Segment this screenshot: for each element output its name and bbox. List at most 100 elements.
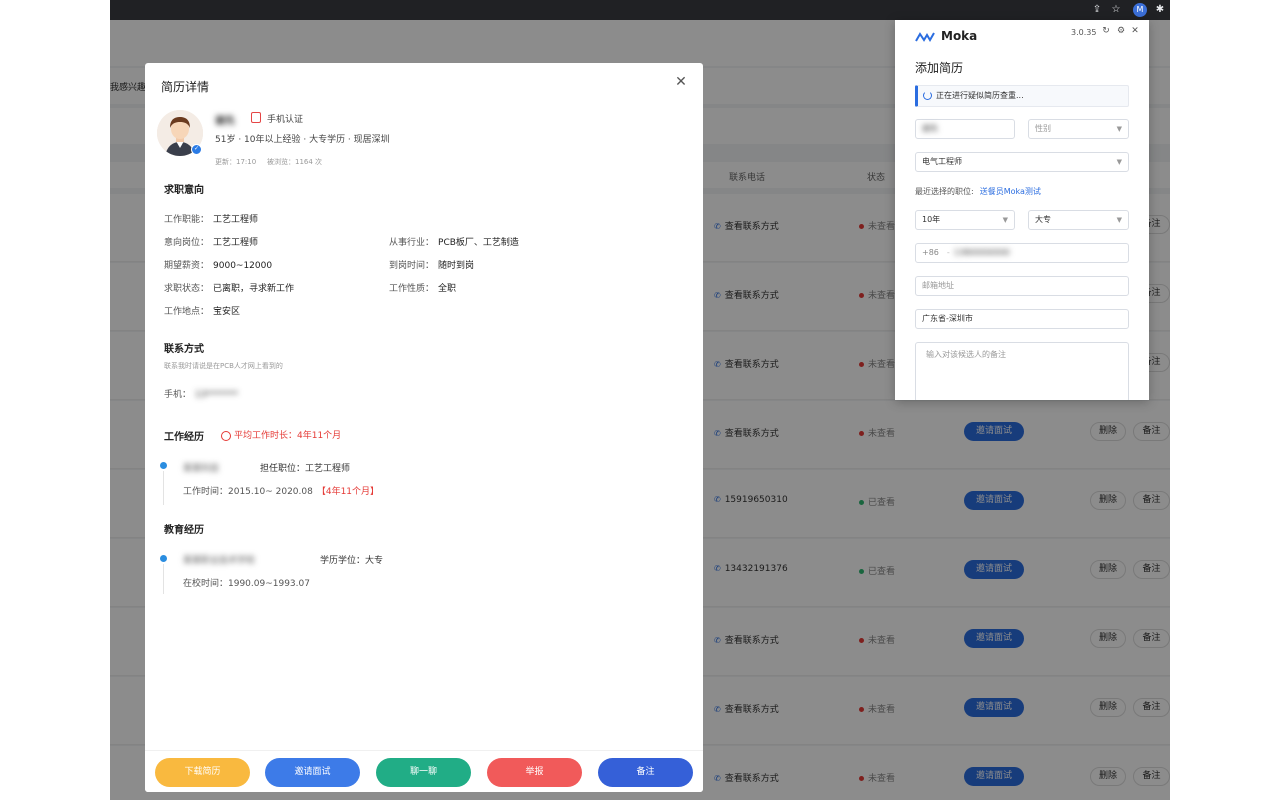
duplicate-check-notice: 正在进行疑似简历查重... [915, 85, 1129, 107]
intent-function-value: 工艺工程师 [213, 215, 259, 225]
moka-extension-panel: Moka 3.0.35 ↻ ⚙ ✕ 添加简历 正在进行疑似简历查重... 谢先 … [895, 20, 1149, 400]
moka-version: 3.0.35 [1071, 28, 1097, 37]
phone-prefix: +86 [922, 248, 939, 257]
chat-button[interactable]: 聊一聊 [376, 758, 471, 787]
remark-textarea[interactable]: 输入对该候选人的备注 [915, 342, 1129, 400]
contact-phone-label: 手机： [164, 390, 192, 400]
contact-phone: 手机： 13******* [164, 387, 238, 400]
recent-label: 最近选择的职位: [915, 187, 974, 196]
extensions-puzzle-icon[interactable]: ✱ [1153, 3, 1167, 17]
phone-verify-label: 手机认证 [267, 115, 304, 125]
chevron-down-icon: ▼ [1116, 158, 1122, 166]
experience-value: 10年 [922, 215, 941, 224]
work-duration: 【4年11个月】 [316, 487, 380, 497]
modal-footer: 下载简历 邀请面试 聊一聊 举报 备注 [145, 750, 703, 792]
candidate-meta: 51岁 · 10年以上经验 · 大专学历 · 现居深圳 [215, 135, 390, 145]
recent-position-link[interactable]: 送餐员Moka测试 [980, 187, 1041, 196]
intent-nature-label: 工作性质： [389, 284, 435, 294]
intent-position-value: 工艺工程师 [213, 238, 259, 248]
location-value: 广东省-深圳市 [922, 314, 973, 323]
intent-location: 工作地点： 宝安区 [164, 304, 240, 317]
close-panel-icon[interactable]: ✕ [1129, 26, 1141, 36]
browser-toolbar: ⇪ ☆ M ✱ [110, 0, 1170, 20]
location-field[interactable]: 广东省-深圳市 [915, 309, 1129, 329]
resume-detail-modal: 简历详情 ✕ ✓ 谢先 手机认证 51岁 · 10年以上经验 · 大专学历 · … [145, 63, 703, 792]
work-position: 担任职位：工艺工程师 [260, 464, 351, 474]
contact-hint: 联系我时请说是在PCB人才网上看到的 [164, 362, 283, 370]
star-icon[interactable]: ☆ [1109, 3, 1123, 17]
share-icon[interactable]: ⇪ [1090, 3, 1104, 17]
view-count: 被浏览：1164 次 [267, 158, 323, 166]
intent-nature: 工作性质： 全职 [389, 281, 456, 294]
phone-field[interactable]: +86-13800000000 [915, 243, 1129, 263]
name-field[interactable]: 谢先 [915, 119, 1015, 139]
education-select[interactable]: 大专 ▼ [1028, 210, 1129, 230]
email-field[interactable]: 邮箱地址 [915, 276, 1129, 296]
gender-select[interactable]: 性别 ▼ [1028, 119, 1129, 139]
outer-margin-right [1170, 0, 1280, 800]
work-average: 平均工作时长：4年11个月 [221, 428, 341, 441]
position-value: 电气工程师 [922, 157, 962, 166]
experience-select[interactable]: 10年 ▼ [915, 210, 1015, 230]
section-title-intent: 求职意向 [164, 185, 204, 196]
moka-brand: Moka [941, 29, 978, 43]
intent-nature-value: 全职 [438, 284, 457, 294]
clock-icon [221, 430, 231, 441]
intent-position: 意向岗位： 工艺工程师 [164, 235, 258, 248]
intent-industry-label: 从事行业： [389, 238, 435, 248]
moka-panel-title: 添加简历 [915, 61, 964, 75]
candidate-name: 谢先 [215, 116, 235, 127]
duplicate-check-text: 正在进行疑似简历查重... [936, 91, 1024, 100]
edu-degree: 学历学位：大专 [320, 556, 384, 566]
intent-salary-value: 9000~12000 [213, 261, 273, 271]
position-select[interactable]: 电气工程师 ▼ [915, 152, 1129, 172]
outer-margin-left [0, 0, 110, 800]
phone-value: 13800000000 [953, 248, 1010, 257]
edu-period: 在校时间：1990.09~1993.07 [183, 579, 310, 589]
close-icon[interactable]: ✕ [673, 74, 689, 90]
section-title-work: 工作经历 [164, 432, 204, 443]
intent-function-label: 工作职能： [164, 215, 210, 225]
loading-spinner-icon [923, 91, 932, 100]
contact-phone-value: 13******* [195, 390, 238, 400]
phone-verify-icon [251, 112, 261, 123]
edu-timeline-dot [160, 555, 167, 562]
intent-arrival-value: 随时到岗 [438, 261, 475, 271]
chevron-down-icon: ▼ [1002, 216, 1008, 224]
moka-logo: Moka [915, 29, 977, 43]
invite-interview-button[interactable]: 邀请面试 [265, 758, 360, 787]
refresh-icon[interactable]: ↻ [1100, 26, 1112, 36]
intent-industry-value: PCB板厂、工艺制造 [438, 238, 519, 248]
report-button[interactable]: 举报 [487, 758, 582, 787]
chevron-down-icon: ▼ [1116, 216, 1122, 224]
phone-separator: - [946, 248, 950, 257]
chevron-down-icon: ▼ [1116, 125, 1122, 133]
edu-timeline-line [163, 564, 164, 594]
recent-positions: 最近选择的职位: 送餐员Moka测试 [915, 186, 1041, 197]
education-value: 大专 [1035, 215, 1051, 224]
intent-state: 求职状态： 已离职，寻求新工作 [164, 281, 294, 294]
moka-logo-icon [915, 31, 935, 42]
intent-salary: 期望薪资： 9000~12000 [164, 258, 272, 271]
intent-location-value: 宝安区 [213, 307, 241, 317]
intent-industry: 从事行业： PCB板厂、工艺制造 [389, 235, 519, 248]
intent-state-label: 求职状态： [164, 284, 210, 294]
intent-arrival-label: 到岗时间： [389, 261, 435, 271]
work-company: 某某科技 [183, 464, 220, 474]
updated-time: 更新：17:10 [215, 158, 257, 166]
intent-arrival: 到岗时间： 随时到岗 [389, 258, 474, 271]
section-title-contact: 联系方式 [164, 344, 204, 355]
settings-icon[interactable]: ⚙ [1115, 26, 1127, 36]
intent-location-label: 工作地点： [164, 307, 210, 317]
work-timeline-line [163, 471, 164, 505]
section-title-education: 教育经历 [164, 525, 204, 536]
remark-placeholder: 输入对该候选人的备注 [926, 350, 1006, 359]
email-placeholder: 邮箱地址 [922, 281, 954, 290]
note-button[interactable]: 备注 [598, 758, 693, 787]
intent-position-label: 意向岗位： [164, 238, 210, 248]
work-period-row: 工作时间：2015.10~ 2020.08 【4年11个月】 [183, 484, 379, 497]
gender-placeholder: 性别 [1035, 124, 1051, 133]
download-resume-button[interactable]: 下载简历 [155, 758, 250, 787]
moka-extension-icon[interactable]: M [1133, 3, 1147, 17]
work-average-text: 平均工作时长：4年11个月 [234, 431, 342, 441]
